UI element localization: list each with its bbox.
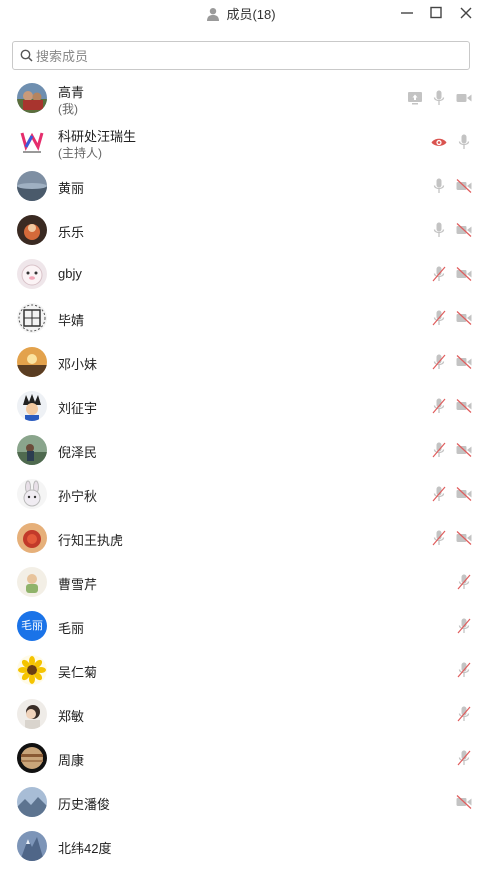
minimize-icon: [401, 12, 413, 14]
camera-off-icon[interactable]: [455, 441, 473, 459]
camera-off-icon[interactable]: [455, 309, 473, 327]
microphone-off-icon[interactable]: [455, 617, 473, 635]
microphone-off-icon[interactable]: [430, 309, 448, 327]
camera-off-icon[interactable]: [455, 793, 473, 811]
avatar: [17, 743, 47, 773]
microphone-icon[interactable]: [430, 221, 448, 239]
watch-eye-icon[interactable]: [430, 133, 448, 151]
member-row[interactable]: 黄丽: [0, 164, 482, 208]
avatar: [17, 523, 47, 553]
microphone-icon[interactable]: [430, 89, 448, 107]
microphone-off-icon[interactable]: [455, 705, 473, 723]
maximize-button[interactable]: [425, 3, 447, 23]
member-name: 历史潘俊: [58, 797, 111, 812]
avatar: [17, 171, 47, 201]
member-name: 刘征宇: [58, 401, 98, 416]
member-row[interactable]: 乐乐: [0, 208, 482, 252]
screen-share-icon[interactable]: [406, 89, 424, 107]
member-role: (主持人): [58, 146, 102, 160]
avatar: [17, 303, 47, 333]
member-row[interactable]: 周康: [0, 736, 482, 780]
member-name: 孙宁秋: [58, 489, 98, 504]
member-name: 北纬42度: [58, 841, 112, 856]
member-name: 黄丽: [58, 181, 85, 196]
member-row[interactable]: 科研处汪瑞生 (主持人): [0, 120, 482, 164]
microphone-off-icon[interactable]: [455, 661, 473, 679]
camera-off-icon[interactable]: [455, 177, 473, 195]
member-row[interactable]: 曹雪芹: [0, 560, 482, 604]
member-name: 毕婧: [58, 313, 85, 328]
member-row[interactable]: 吴仁菊: [0, 648, 482, 692]
member-row[interactable]: gbjy: [0, 252, 482, 296]
camera-off-icon[interactable]: [455, 529, 473, 547]
avatar: [17, 127, 47, 157]
member-name: 曹雪芹: [58, 577, 98, 592]
minimize-button[interactable]: [396, 3, 418, 23]
camera-icon[interactable]: [455, 89, 473, 107]
search-icon: [20, 49, 33, 67]
search-box[interactable]: [12, 41, 470, 70]
microphone-off-icon[interactable]: [455, 573, 473, 591]
person-icon: [206, 7, 220, 24]
member-name: 行知王执虎: [58, 533, 124, 548]
member-row[interactable]: 毛丽 毛丽: [0, 604, 482, 648]
maximize-icon: [430, 6, 442, 19]
member-name: 周康: [58, 753, 85, 768]
avatar: 毛丽: [17, 611, 47, 641]
avatar: [17, 479, 47, 509]
member-name: 倪泽民: [58, 445, 98, 460]
avatar: [17, 567, 47, 597]
member-name: 科研处汪瑞生: [58, 129, 137, 144]
camera-off-icon[interactable]: [455, 397, 473, 415]
member-row[interactable]: 郑敏: [0, 692, 482, 736]
avatar: [17, 259, 47, 289]
avatar: [17, 83, 47, 113]
member-row[interactable]: 孙宁秋: [0, 472, 482, 516]
avatar: [17, 655, 47, 685]
microphone-off-icon[interactable]: [430, 441, 448, 459]
title-bar: 成员(18): [0, 0, 482, 26]
microphone-off-icon[interactable]: [430, 529, 448, 547]
member-row[interactable]: 刘征宇: [0, 384, 482, 428]
avatar: [17, 787, 47, 817]
member-row[interactable]: 毕婧: [0, 296, 482, 340]
member-row[interactable]: 高青 (我): [0, 76, 482, 120]
close-icon: [460, 7, 472, 19]
microphone-off-icon[interactable]: [430, 397, 448, 415]
avatar: [17, 215, 47, 245]
member-role: (我): [58, 102, 78, 116]
member-name: 吴仁菊: [58, 665, 98, 680]
search-input[interactable]: [36, 46, 456, 66]
member-row[interactable]: 倪泽民: [0, 428, 482, 472]
camera-off-icon[interactable]: [455, 353, 473, 371]
member-name: 邓小妹: [58, 357, 98, 372]
member-row[interactable]: 历史潘俊: [0, 780, 482, 824]
avatar: [17, 699, 47, 729]
avatar: [17, 391, 47, 421]
camera-off-icon[interactable]: [455, 221, 473, 239]
microphone-icon[interactable]: [430, 177, 448, 195]
camera-off-icon[interactable]: [455, 265, 473, 283]
close-button[interactable]: [455, 3, 477, 23]
member-row[interactable]: 北纬42度: [0, 824, 482, 868]
microphone-off-icon[interactable]: [430, 485, 448, 503]
member-name: 高青: [58, 85, 85, 100]
member-name: 乐乐: [58, 225, 85, 240]
microphone-off-icon[interactable]: [430, 265, 448, 283]
member-row[interactable]: 行知王执虎: [0, 516, 482, 560]
member-name: 毛丽: [58, 621, 85, 636]
avatar: [17, 347, 47, 377]
member-name: gbjy: [58, 266, 82, 281]
avatar: [17, 831, 47, 861]
avatar: [17, 435, 47, 465]
microphone-off-icon[interactable]: [455, 749, 473, 767]
window-title-text: 成员(18): [226, 7, 276, 22]
member-name: 郑敏: [58, 709, 85, 724]
camera-off-icon[interactable]: [455, 485, 473, 503]
member-row[interactable]: 邓小妹: [0, 340, 482, 384]
microphone-icon[interactable]: [455, 133, 473, 151]
microphone-off-icon[interactable]: [430, 353, 448, 371]
